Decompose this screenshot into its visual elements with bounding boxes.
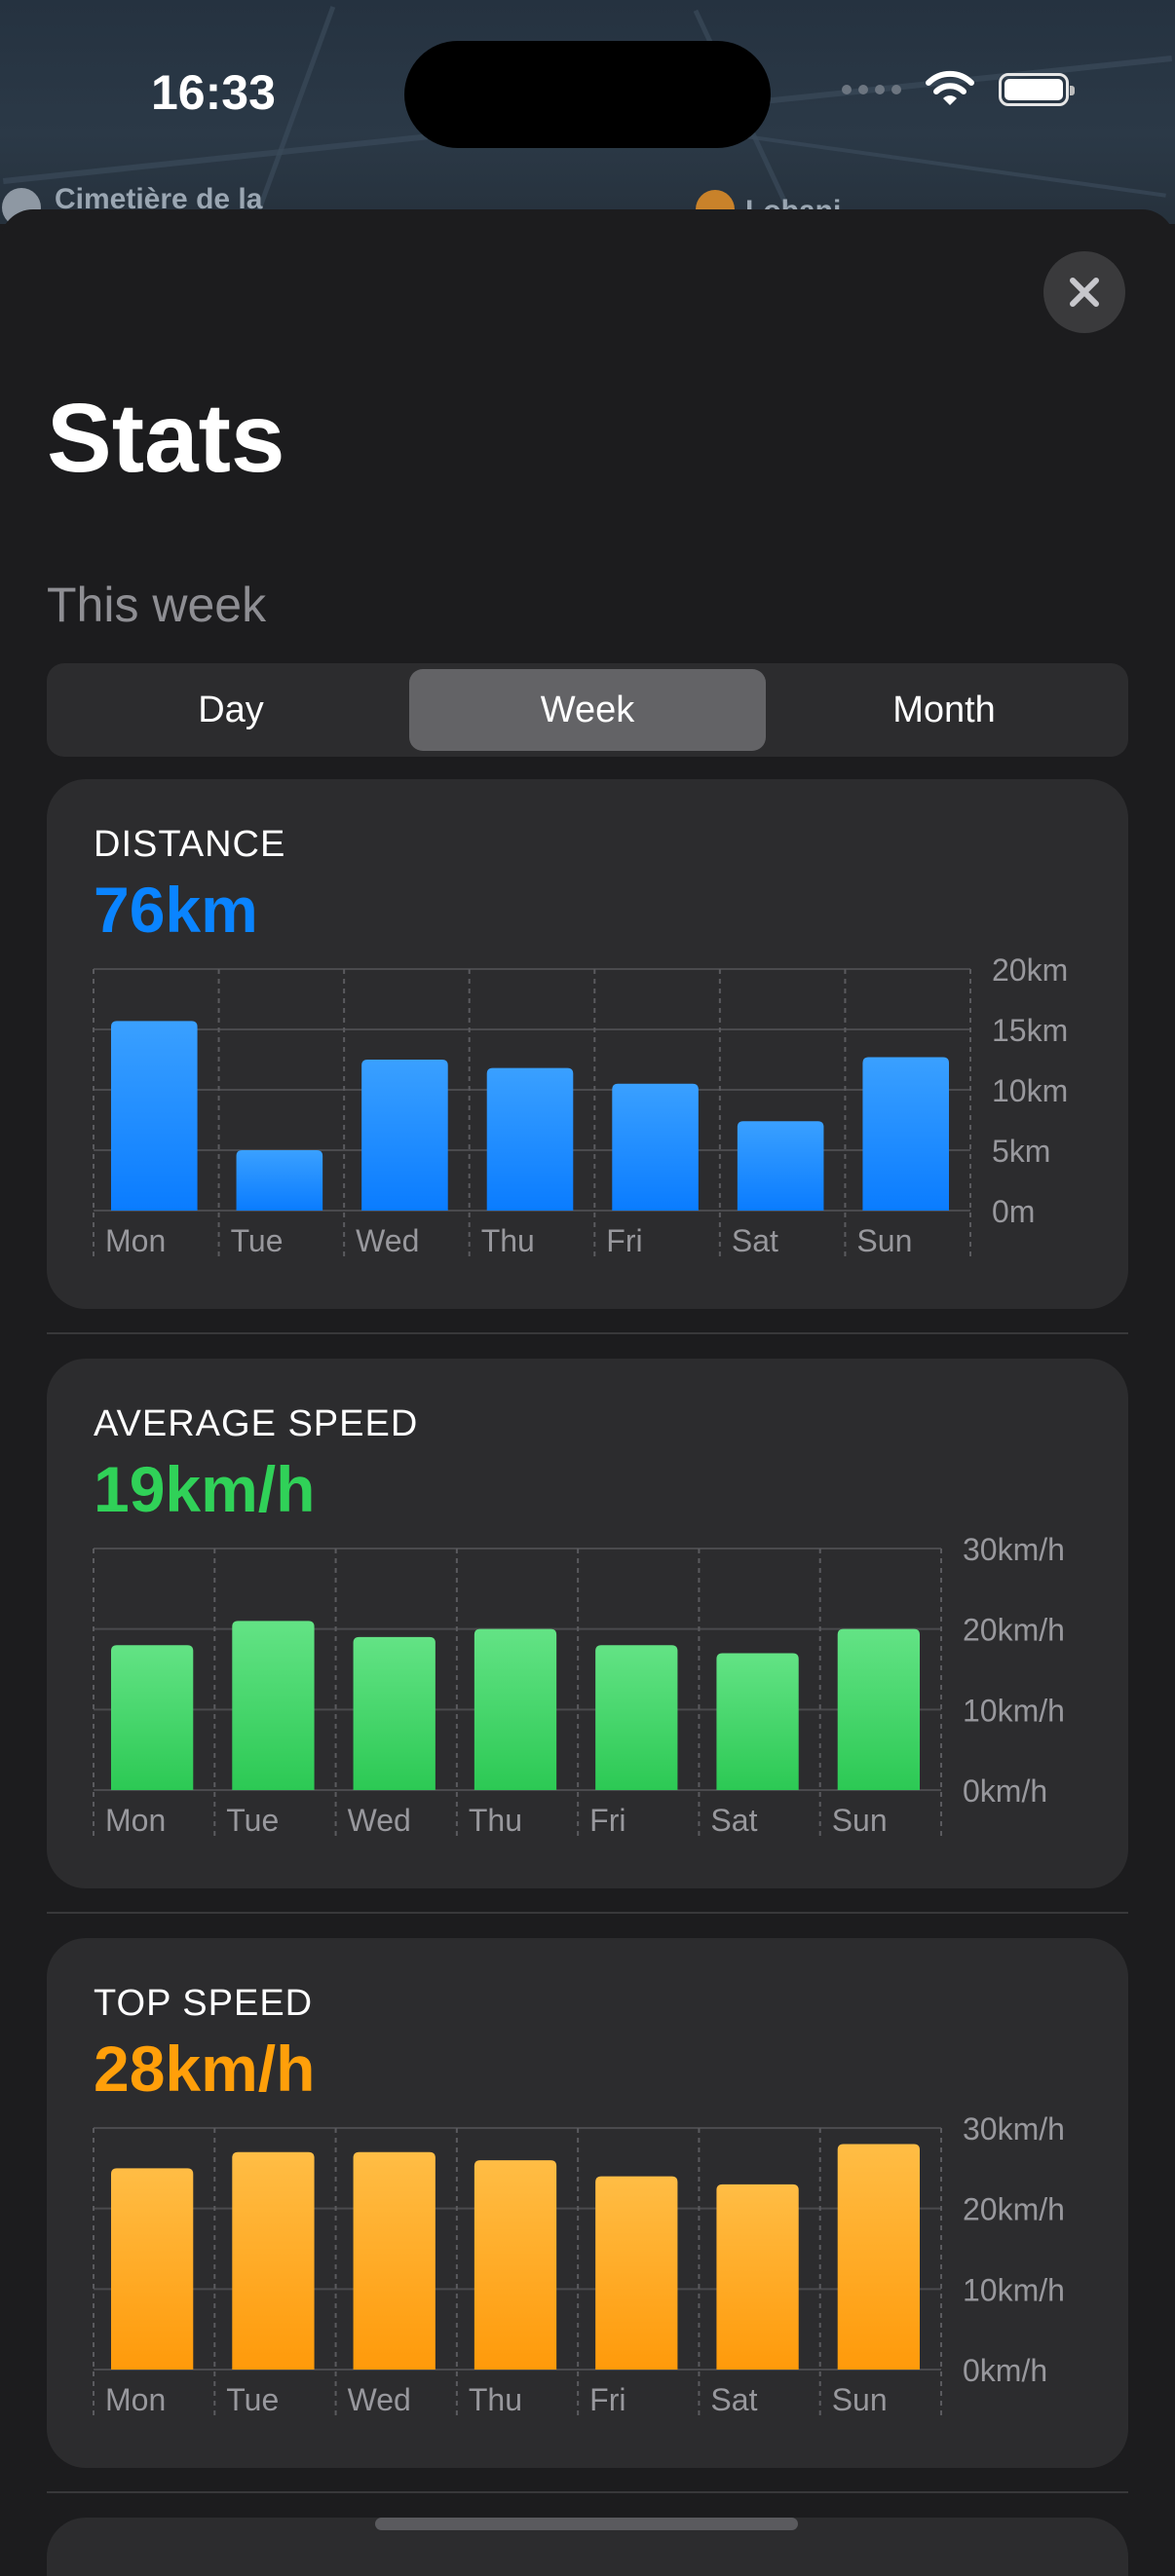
x-tick-label: Wed [348,1803,411,1838]
x-tick-label: Sat [710,1803,757,1838]
x-tick-label: Thu [469,1803,522,1838]
y-tick-label: 0m [992,1194,1035,1229]
period-segmented-control: Day Week Month [47,663,1128,757]
x-tick-label: Sun [832,2382,888,2417]
divider [47,2491,1128,2493]
divider [47,1912,1128,1914]
bar[interactable] [837,2144,920,2370]
top-speed-card: TOP SPEED 28km/h 0km/h 10km/h 20km/h 30km/h… [47,1938,1128,2468]
bar[interactable] [111,1021,198,1211]
wifi-icon [926,70,974,105]
bar[interactable] [595,2176,678,2370]
x-tick-label: Fri [589,1803,625,1838]
x-tick-label: Tue [226,1803,279,1838]
bar[interactable] [236,1150,323,1211]
bar[interactable] [612,1083,699,1211]
y-tick-label: 15km [992,1013,1068,1048]
bar[interactable] [716,2184,799,2370]
x-tick-label: Sat [732,1223,778,1258]
close-icon [1070,278,1099,307]
average-speed-card: AVERAGE SPEED 19km/h 0km/h 10km/h 20km/h 30… [47,1359,1128,1888]
y-tick-label: 0km/h [963,1773,1047,1809]
average-speed-chart: 0km/h 10km/h 20km/h 30km/h Mon Tue Wed Thu Fri Sa… [93,1532,1065,1839]
y-tick-label: 10km/h [963,2272,1065,2307]
bar[interactable] [737,1121,824,1211]
segment-day[interactable]: Day [53,669,409,751]
period-subtitle: This week [47,578,267,632]
segment-week[interactable]: Week [409,669,766,751]
status-icons [842,70,1075,109]
bar[interactable] [361,1060,448,1211]
x-tick-label: Tue [231,1223,284,1258]
x-tick-label: Fri [606,1223,642,1258]
status-time: 16:33 [151,65,276,120]
x-tick-label: Wed [356,1223,419,1258]
dynamic-island [404,41,771,148]
y-tick-label: 10km [992,1073,1068,1108]
x-tick-label: Sat [710,2382,757,2417]
y-tick-label: 20km [992,952,1068,988]
distance-chart: 0m 5km 10km 15km 20km Mon Tue Wed Thu Fri Sat Sun [93,952,1068,1259]
bar[interactable] [837,1628,920,1790]
x-tick-label: Sun [832,1803,888,1838]
x-tick-label: Tue [226,2382,279,2417]
signal-dots-icon [842,85,901,94]
x-tick-label: Sun [856,1223,912,1258]
bar[interactable] [595,1645,678,1790]
bar[interactable] [716,1653,799,1790]
bar[interactable] [474,1628,557,1790]
x-tick-label: Thu [469,2382,522,2417]
bar[interactable] [232,2151,315,2370]
x-tick-label: Thu [481,1223,535,1258]
bar[interactable] [474,2160,557,2370]
close-button[interactable] [1043,251,1125,333]
y-tick-label: 10km/h [963,1693,1065,1728]
y-tick-label: 20km/h [963,2192,1065,2227]
top-speed-chart: 0km/h 10km/h 20km/h 30km/h Mon Tue Wed Thu Fri Sa… [93,2111,1065,2418]
page-title: Stats [47,384,285,493]
bar[interactable] [111,2168,194,2370]
y-tick-label: 20km/h [963,1613,1065,1648]
bar[interactable] [486,1067,574,1211]
home-indicator[interactable] [375,2518,798,2530]
x-tick-label: Mon [105,1223,166,1258]
segment-month[interactable]: Month [766,669,1122,751]
bar[interactable] [232,1621,315,1790]
y-tick-label: 30km/h [963,2111,1065,2147]
bar[interactable] [353,2151,436,2370]
y-tick-label: 0km/h [963,2353,1047,2388]
divider [47,1332,1128,1334]
x-tick-label: Mon [105,1803,166,1838]
x-tick-label: Fri [589,2382,625,2417]
x-tick-label: Mon [105,2382,166,2417]
battery-icon [999,73,1075,106]
bar[interactable] [353,1636,436,1790]
bar[interactable] [862,1057,949,1211]
distance-card: DISTANCE 76km 0m 5km 10km 15km 20km Mon Tue Wed… [47,779,1128,1309]
bar[interactable] [111,1645,194,1790]
x-tick-label: Wed [348,2382,411,2417]
y-tick-label: 5km [992,1134,1050,1169]
y-tick-label: 30km/h [963,1532,1065,1567]
